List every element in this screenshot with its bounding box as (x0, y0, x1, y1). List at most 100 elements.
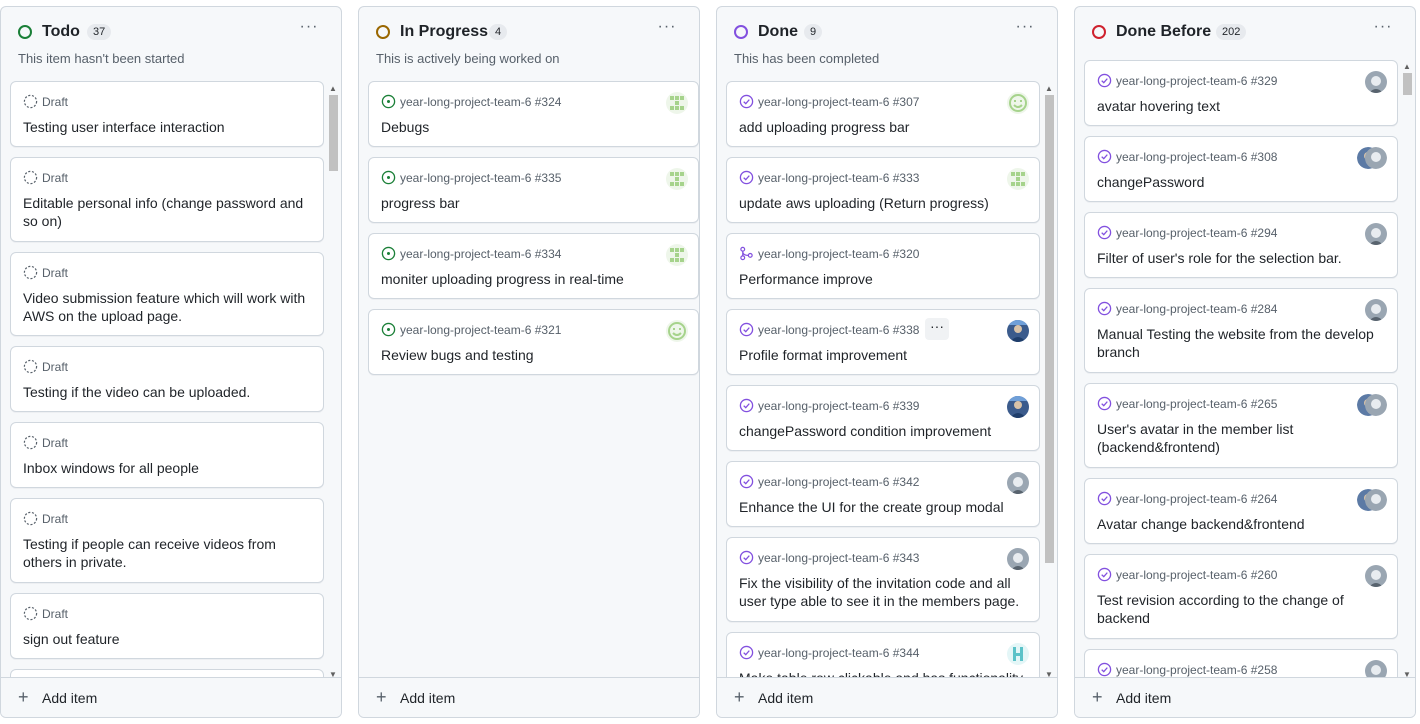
column-menu-button[interactable]: ··· (1369, 19, 1397, 39)
column-description: This has been completed (734, 51, 880, 66)
card-meta-text: year-long-project-team-6 #284 (1116, 302, 1278, 316)
card-item[interactable]: year-long-project-team-6 #307 add upload… (726, 81, 1040, 147)
card-title[interactable]: update aws uploading (Return progress) (739, 194, 1025, 212)
card-item[interactable]: year-long-project-team-6 #329 avatar hov… (1084, 60, 1398, 126)
column-scrollbar[interactable]: ▲ ▼ (327, 81, 339, 681)
card-title[interactable]: Debugs (381, 118, 684, 136)
assignee-avatar[interactable] (1365, 299, 1387, 321)
card-item[interactable]: Draft Testing if people can receive vide… (10, 498, 324, 583)
assignee-avatar[interactable] (1007, 92, 1029, 114)
column-scrollbar[interactable]: ▲ ▼ (1401, 59, 1413, 681)
scroll-thumb[interactable] (1403, 73, 1412, 95)
card-title[interactable]: Testing user interface interaction (23, 118, 309, 136)
card-title[interactable]: Editable personal info (change password … (23, 194, 309, 230)
card-item[interactable]: Draft Testing if the video can be upload… (10, 346, 324, 412)
column-scrollbar[interactable]: ▲ ▼ (1043, 81, 1055, 681)
card-title[interactable]: Filter of user's role for the selection … (1097, 249, 1383, 267)
card-item[interactable]: year-long-project-team-6 #339 changePass… (726, 385, 1040, 451)
assignee-avatar[interactable] (666, 320, 688, 342)
card-title[interactable]: User's avatar in the member list (backen… (1097, 420, 1383, 456)
card-item[interactable]: year-long-project-team-6 #265 User's ava… (1084, 383, 1398, 468)
card-title[interactable]: Manual Testing the website from the deve… (1097, 325, 1383, 361)
card-item[interactable]: Draft Video submission feature which wil… (10, 252, 324, 336)
card-title[interactable]: Enhance the UI for the create group moda… (739, 498, 1025, 516)
card-title[interactable]: moniter uploading progress in real-time (381, 270, 684, 288)
card-item[interactable]: year-long-project-team-6 #344 Make table… (726, 632, 1040, 679)
assignees-avatar-stack[interactable] (1357, 489, 1387, 511)
card-item[interactable]: Draft sign out feature (10, 593, 324, 659)
card-item[interactable]: Draft Testing user interface interaction (10, 81, 324, 147)
assignee-avatar[interactable] (666, 92, 688, 114)
card-item[interactable]: year-long-project-team-6 #320 Performanc… (726, 233, 1040, 299)
add-item-button[interactable]: + Add item (1075, 677, 1415, 717)
card-item[interactable]: year-long-project-team-6 #324 Debugs (368, 81, 699, 147)
card-title[interactable]: Video submission feature which will work… (23, 289, 309, 325)
scroll-up-arrow-icon[interactable]: ▲ (1045, 85, 1053, 93)
card-meta: Draft (23, 511, 68, 527)
card-title[interactable]: Review bugs and testing (381, 346, 684, 364)
card-item[interactable]: Draft Inbox windows for all people (10, 422, 324, 488)
assignee-avatar[interactable] (666, 244, 688, 266)
column-menu-button[interactable]: ··· (295, 19, 323, 39)
card-meta-text: year-long-project-team-6 #329 (1116, 74, 1278, 88)
card-item[interactable]: year-long-project-team-6 #294 Filter of … (1084, 212, 1398, 278)
card-title[interactable]: Inbox windows for all people (23, 459, 309, 477)
assignee-avatar[interactable] (1365, 565, 1387, 587)
add-item-button[interactable]: + Add item (1, 677, 341, 717)
card-title[interactable]: Performance improve (739, 270, 1025, 288)
card-meta: year-long-project-team-6 #321 (381, 322, 561, 338)
card-title[interactable]: avatar hovering text (1097, 97, 1383, 115)
card-title[interactable]: add uploading progress bar (739, 118, 1025, 136)
scroll-thumb[interactable] (329, 95, 338, 171)
card-title[interactable]: changePassword condition improvement (739, 422, 1025, 440)
assignee-avatar[interactable] (1365, 71, 1387, 93)
assignees-avatar-stack[interactable] (1357, 394, 1387, 416)
card-title[interactable]: changePassword (1097, 173, 1383, 191)
assignee-avatar[interactable] (1007, 396, 1029, 418)
card-item[interactable]: year-long-project-team-6 #342 Enhance th… (726, 461, 1040, 527)
card-meta: year-long-project-team-6 #284 (1097, 301, 1277, 317)
scroll-up-arrow-icon[interactable]: ▲ (329, 85, 337, 93)
add-item-button[interactable]: + Add item (717, 677, 1057, 717)
assignees-avatar-stack[interactable] (1357, 147, 1387, 169)
assignee-avatar[interactable] (1007, 472, 1029, 494)
card-item[interactable]: year-long-project-team-6 #264 Avatar cha… (1084, 478, 1398, 544)
card-item[interactable]: year-long-project-team-6 #333 update aws… (726, 157, 1040, 223)
card-item[interactable]: year-long-project-team-6 #321 Review bug… (368, 309, 699, 375)
card-item[interactable]: year-long-project-team-6 #258 (1084, 649, 1398, 679)
card-title[interactable]: Profile format improvement (739, 346, 1025, 364)
card-item[interactable]: year-long-project-team-6 #284 Manual Tes… (1084, 288, 1398, 373)
column-count-badge: 37 (87, 24, 112, 40)
card-meta: year-long-project-team-6 #320 (739, 246, 919, 262)
card-item[interactable]: year-long-project-team-6 #308 changePass… (1084, 136, 1398, 202)
card-title[interactable]: Testing if the video can be uploaded. (23, 383, 309, 401)
card-item[interactable]: Draft Editable personal info (change pas… (10, 157, 324, 242)
card-item[interactable]: year-long-project-team-6 #335 progress b… (368, 157, 699, 223)
card-item[interactable]: year-long-project-team-6 #343 Fix the vi… (726, 537, 1040, 622)
assignee-avatar[interactable] (666, 168, 688, 190)
card-item[interactable]: year-long-project-team-6 #334 moniter up… (368, 233, 699, 299)
card-item[interactable]: year-long-project-team-6 #260 Test revis… (1084, 554, 1398, 639)
add-item-button[interactable]: + Add item (359, 677, 699, 717)
card-title[interactable]: progress bar (381, 194, 684, 212)
card-title[interactable]: Test revision according to the change of… (1097, 591, 1383, 627)
assignee-avatar[interactable] (1365, 223, 1387, 245)
card-title[interactable]: Avatar change backend&frontend (1097, 515, 1383, 533)
card-title[interactable]: Fix the visibility of the invitation cod… (739, 574, 1025, 610)
draft-icon (23, 606, 38, 621)
column-menu-button[interactable]: ··· (653, 19, 681, 39)
scroll-thumb[interactable] (1045, 95, 1054, 563)
assignee-avatar[interactable] (1007, 320, 1029, 342)
issue-closed-icon (1097, 662, 1112, 677)
card-item[interactable]: year-long-project-team-6 #338 ··· Profil… (726, 309, 1040, 375)
column-count-badge: 202 (1216, 24, 1247, 40)
assignee-avatar[interactable] (1007, 548, 1029, 570)
column-menu-button[interactable]: ··· (1011, 19, 1039, 39)
assignee-avatar[interactable] (1007, 168, 1029, 190)
assignee-avatar[interactable] (1007, 643, 1029, 665)
card-more-button[interactable]: ··· (925, 318, 949, 340)
card-title[interactable]: sign out feature (23, 630, 309, 648)
card-title[interactable]: Testing if people can receive videos fro… (23, 535, 309, 571)
card-meta: year-long-project-team-6 #307 (739, 94, 919, 110)
scroll-up-arrow-icon[interactable]: ▲ (1403, 63, 1411, 71)
